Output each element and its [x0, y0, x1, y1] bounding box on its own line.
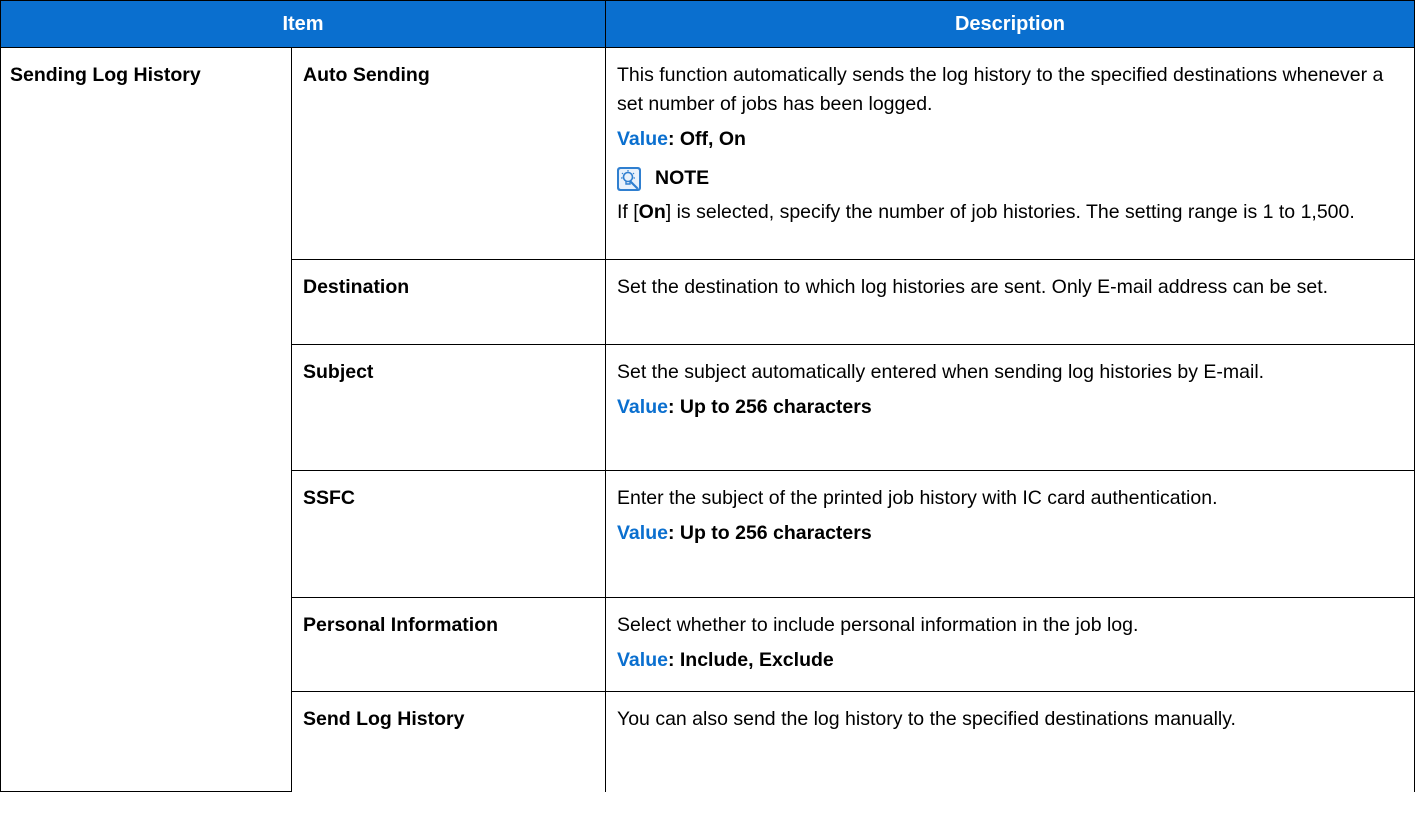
value-line: Value: Up to 256 characters [617, 393, 1400, 422]
item-description: Set the destination to which log histori… [605, 259, 1415, 345]
note-heading: NOTE [617, 164, 1400, 193]
description-text: Set the subject automatically entered wh… [617, 361, 1265, 383]
table-header-row: Item Description [0, 0, 1415, 48]
description-text: Select whether to include personal infor… [617, 614, 1139, 636]
table-row: Sending Log History Auto Sending This fu… [0, 47, 1415, 792]
value-label: Value [617, 649, 668, 671]
value-text: : Up to 256 characters [667, 522, 872, 544]
value-text: : Include, Exclude [667, 649, 834, 671]
header-item: Item [0, 0, 606, 48]
description-text: This function automatically sends the lo… [617, 64, 1384, 115]
item-label: Send Log History [291, 691, 606, 792]
note-lightbulb-icon [617, 166, 641, 191]
item-description: This function automatically sends the lo… [605, 47, 1415, 260]
description-text: Enter the subject of the printed job his… [617, 487, 1218, 509]
settings-table: Item Description Sending Log History Aut… [0, 0, 1415, 792]
item-label: SSFC [291, 470, 606, 598]
header-description: Description [605, 0, 1415, 48]
item-description: Select whether to include personal infor… [605, 597, 1415, 692]
value-line: Value: Off, On [617, 125, 1400, 154]
item-description: Set the subject automatically entered wh… [605, 344, 1415, 471]
item-label: Personal Information [291, 597, 606, 692]
value-text: : Up to 256 characters [667, 396, 872, 418]
value-label: Value [617, 396, 668, 418]
item-label: Subject [291, 344, 606, 471]
item-label: Auto Sending [291, 47, 606, 260]
note-text-bold: On [638, 201, 666, 223]
value-label: Value [617, 128, 668, 150]
note-title: NOTE [655, 167, 710, 189]
note-text-before: If [ [617, 201, 639, 223]
value-text: : Off, On [667, 128, 746, 150]
note-text-after: ] is selected, specify the number of job… [665, 201, 1355, 223]
value-line: Value: Up to 256 characters [617, 519, 1400, 548]
group-label: Sending Log History [0, 47, 292, 792]
item-label: Destination [291, 259, 606, 345]
description-text: You can also send the log history to the… [617, 708, 1236, 730]
item-description: You can also send the log history to the… [605, 691, 1415, 792]
item-description: Enter the subject of the printed job his… [605, 470, 1415, 598]
note-text: If [On] is selected, specify the number … [617, 198, 1400, 227]
value-line: Value: Include, Exclude [617, 646, 1400, 675]
value-label: Value [617, 522, 668, 544]
description-text: Set the destination to which log histori… [617, 276, 1329, 298]
